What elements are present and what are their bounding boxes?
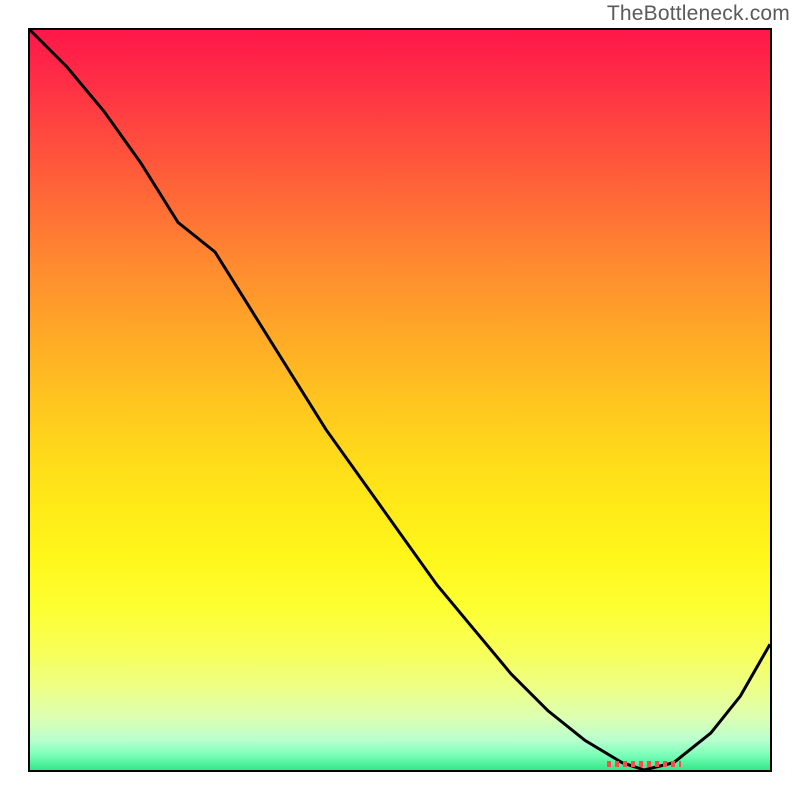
chart-canvas: TheBottleneck.com	[0, 0, 800, 800]
gradient-fill	[30, 30, 770, 770]
highlight-marker	[607, 761, 681, 767]
watermark-text: TheBottleneck.com	[607, 2, 790, 26]
plot-frame	[28, 28, 772, 772]
